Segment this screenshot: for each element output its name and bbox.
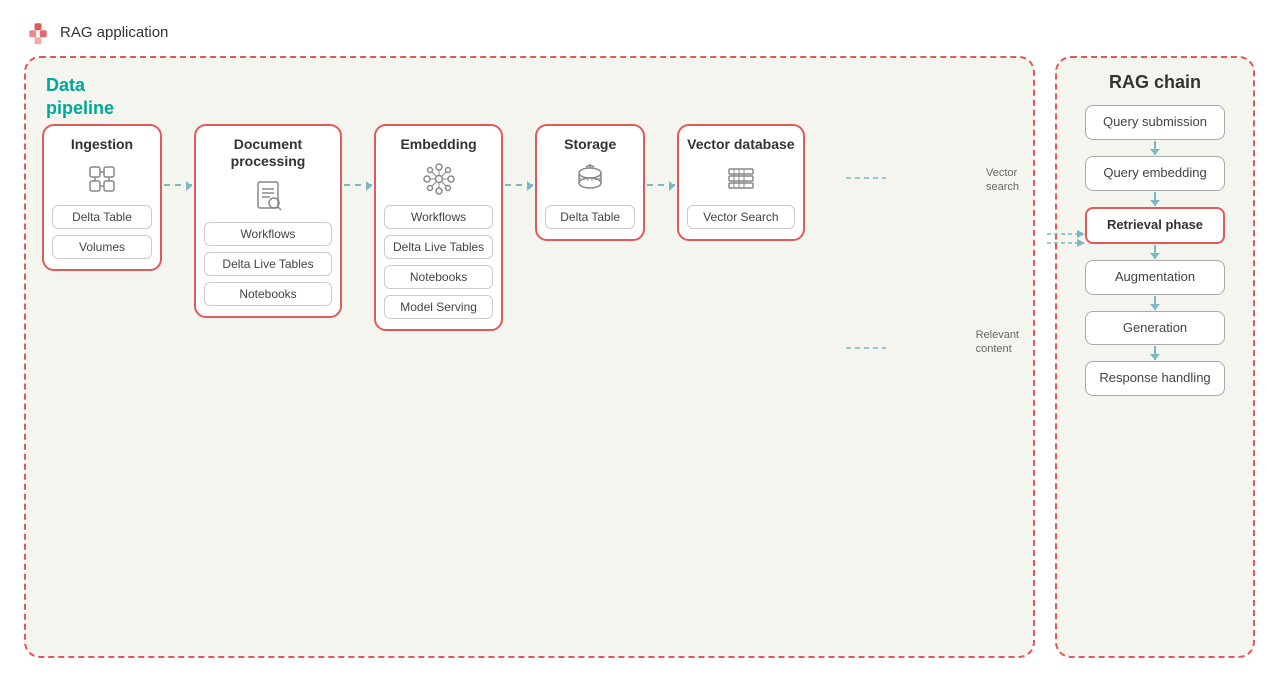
doc-item-2: Delta Live Tables xyxy=(204,252,332,276)
rag-chain-title: RAG chain xyxy=(1109,72,1201,93)
relevant-content-label: Relevantcontent xyxy=(976,328,1019,357)
vector-search-label: Vectorsearch xyxy=(986,166,1019,195)
rag-logo-icon xyxy=(24,18,52,46)
stage-embedding: Embedding xyxy=(374,124,503,331)
chain-step-query-embedding: Query embedding xyxy=(1085,156,1225,191)
chain-arrow-2 xyxy=(1154,192,1156,206)
storage-item-1: Delta Table xyxy=(545,205,635,229)
ingestion-item-2: Volumes xyxy=(52,235,152,259)
ingestion-icon xyxy=(82,159,122,199)
arrow-1 xyxy=(162,124,194,186)
pipeline-stages: Ingestion Delta Table Volumes xyxy=(42,124,1017,331)
arrow-2 xyxy=(342,124,374,186)
embedding-item-3: Notebooks xyxy=(384,265,493,289)
ingestion-item-1: Delta Table xyxy=(52,205,152,229)
relevant-content-arrow xyxy=(1047,235,1087,265)
chain-step-response-handling: Response handling xyxy=(1085,361,1225,396)
chain-step-generation: Generation xyxy=(1085,311,1225,346)
main-container: Datapipeline Ingestion Delta Table Volum… xyxy=(0,56,1279,674)
embedding-title: Embedding xyxy=(400,136,476,153)
embedding-icon xyxy=(419,159,459,199)
vector-search-item: Vector Search xyxy=(687,205,794,229)
arrow-3 xyxy=(503,124,535,186)
stage-vector-database: Vector database Vector Search xyxy=(677,124,804,241)
app-title: RAG application xyxy=(60,24,168,41)
vector-db-title: Vector database xyxy=(687,136,794,153)
data-pipeline-label: Datapipeline xyxy=(46,74,114,121)
embedding-item-2: Delta Live Tables xyxy=(384,235,493,259)
chain-arrow-1 xyxy=(1154,141,1156,155)
rag-chain-section: RAG chain Query submission Query embeddi… xyxy=(1055,56,1255,658)
chain-arrow-3 xyxy=(1154,245,1156,259)
arrow-4 xyxy=(645,124,677,186)
chain-step-query-submission: Query submission xyxy=(1085,105,1225,140)
stage-document-processing: Document processing Workflows Delta Live… xyxy=(194,124,342,318)
retrieval-phase-wrapper: Retrieval phase xyxy=(1085,207,1225,244)
chain-step-augmentation: Augmentation xyxy=(1085,260,1225,295)
embedding-item-4: Model Serving xyxy=(384,295,493,319)
storage-title: Storage xyxy=(564,136,616,153)
doc-processing-title: Document processing xyxy=(204,136,332,170)
doc-item-1: Workflows xyxy=(204,222,332,246)
storage-icon xyxy=(570,159,610,199)
chain-arrow-4 xyxy=(1154,296,1156,310)
stage-storage: Storage Delta Table xyxy=(535,124,645,241)
vector-search-arrow xyxy=(1047,219,1087,249)
embedding-item-1: Workflows xyxy=(384,205,493,229)
chain-arrow-5 xyxy=(1154,346,1156,360)
ingestion-title: Ingestion xyxy=(71,136,133,153)
data-pipeline-section: Datapipeline Ingestion Delta Table Volum… xyxy=(24,56,1035,658)
doc-processing-icon xyxy=(248,176,288,216)
vector-db-icon xyxy=(721,159,761,199)
chain-step-retrieval: Retrieval phase xyxy=(1085,207,1225,244)
doc-item-3: Notebooks xyxy=(204,282,332,306)
header: RAG application xyxy=(0,0,1279,56)
stage-ingestion: Ingestion Delta Table Volumes xyxy=(42,124,162,271)
